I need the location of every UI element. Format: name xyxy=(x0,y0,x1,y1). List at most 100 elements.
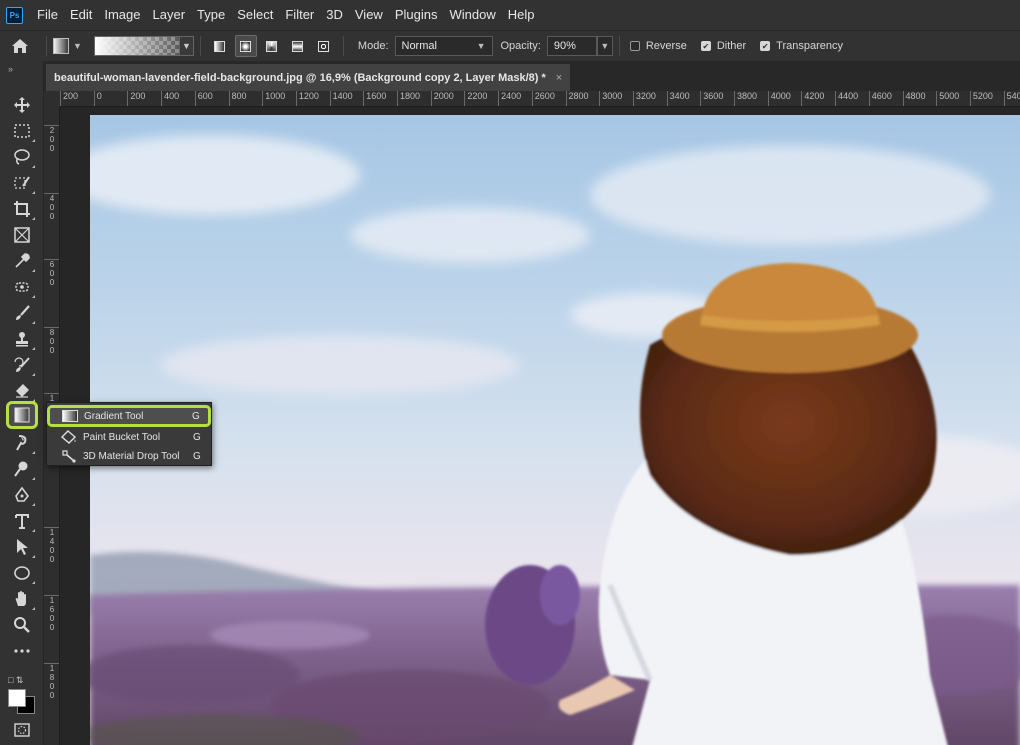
history-brush-tool[interactable] xyxy=(8,353,36,377)
tool-group-indicator xyxy=(32,503,35,506)
gradient-tool[interactable] xyxy=(6,401,38,429)
horizontal-ruler[interactable]: 200 0 200 400 600 800 1000 1200 1400 1600 1800 2000… xyxy=(60,91,1020,107)
transparency-option[interactable]: ✔ Transparency xyxy=(760,40,843,52)
tool-group-indicator xyxy=(32,451,35,454)
menu-layer[interactable]: Layer xyxy=(147,0,192,30)
dither-label: Dither xyxy=(716,40,747,52)
horizontal-ruler-tick: 4400 xyxy=(835,91,858,106)
marquee-tool[interactable] xyxy=(8,119,36,143)
collapse-panel-icon[interactable]: » xyxy=(8,64,43,76)
default-colors-icon[interactable]: □ ⇅ xyxy=(8,675,23,686)
frame-icon xyxy=(14,227,30,243)
document-tab[interactable]: beautiful-woman-lavender-field-backgroun… xyxy=(46,64,571,91)
horizontal-ruler-tick: 4000 xyxy=(767,91,791,106)
eraser-tool[interactable] xyxy=(8,379,36,403)
radial-gradient-button[interactable] xyxy=(234,35,257,57)
menu-edit[interactable]: Edit xyxy=(64,0,98,30)
dodge-tool[interactable] xyxy=(8,457,36,481)
vertical-ruler-tick: 200 xyxy=(44,125,59,153)
horizontal-ruler-tick: 3800 xyxy=(734,91,757,106)
gradient-preview-bar[interactable] xyxy=(93,36,180,56)
edit-toolbar-button[interactable] xyxy=(8,639,36,663)
chevron-down-icon: ▼ xyxy=(476,41,486,51)
menu-select[interactable]: Select xyxy=(231,0,279,30)
vertical-ruler-tick: 800 xyxy=(44,327,59,355)
flyout-item-label: Gradient Tool xyxy=(84,410,144,422)
tool-group-indicator xyxy=(32,477,35,480)
color-swatches: □ ⇅ xyxy=(8,675,38,714)
type-tool[interactable] xyxy=(8,509,36,533)
move-tool[interactable] xyxy=(8,93,36,117)
brush-tool[interactable] xyxy=(8,301,36,325)
tools-panel: » □ ⇅ xyxy=(0,61,44,745)
pen-tool[interactable] xyxy=(8,483,36,507)
transparency-checkbox[interactable]: ✔ xyxy=(760,41,771,51)
ruler-origin[interactable] xyxy=(44,91,60,107)
flyout-paint-bucket-tool[interactable]: Paint Bucket Tool G xyxy=(49,428,209,446)
tool-group-indicator xyxy=(32,217,35,220)
separator xyxy=(618,36,620,56)
lasso-tool[interactable] xyxy=(8,145,36,169)
diamond-gradient-button[interactable] xyxy=(313,35,335,57)
object-selection-tool[interactable] xyxy=(8,171,36,195)
path-selection-tool[interactable] xyxy=(8,535,36,559)
menu-filter[interactable]: Filter xyxy=(279,0,320,30)
3d-material-drop-icon xyxy=(59,449,79,463)
home-icon xyxy=(12,39,28,53)
menu-3d[interactable]: 3D xyxy=(320,0,349,30)
shape-tool[interactable] xyxy=(8,561,36,585)
flyout-3d-material-drop-tool[interactable]: 3D Material Drop Tool G xyxy=(49,447,209,465)
opacity-field[interactable]: 90% xyxy=(546,36,597,56)
vertical-ruler-tick: 600 xyxy=(44,259,59,287)
horizontal-ruler-tick: 4800 xyxy=(902,91,926,106)
menu-file[interactable]: File xyxy=(31,0,64,30)
blur-tool[interactable] xyxy=(8,431,36,455)
menu-image[interactable]: Image xyxy=(98,0,146,30)
tool-group-indicator xyxy=(32,529,35,532)
horizontal-ruler-tick: 1000 xyxy=(262,91,285,106)
hand-tool[interactable] xyxy=(8,587,36,611)
mode-select[interactable]: Normal ▼ xyxy=(394,36,493,56)
opacity-value: 90% xyxy=(553,40,576,52)
flyout-item-shortcut: G xyxy=(193,450,201,462)
horizontal-ruler-tick: 600 xyxy=(194,91,213,106)
frame-tool[interactable] xyxy=(8,223,36,247)
close-icon[interactable]: × xyxy=(556,72,562,84)
gradient-picker-dropdown[interactable]: ▼ xyxy=(179,36,194,56)
flyout-gradient-tool[interactable]: Gradient Tool G xyxy=(47,405,211,427)
tool-group-indicator xyxy=(32,607,35,610)
dither-checkbox[interactable]: ✔ xyxy=(700,41,711,51)
menu-window[interactable]: Window xyxy=(443,0,501,30)
spot-healing-tool[interactable] xyxy=(8,275,36,299)
chevron-down-icon: ▼ xyxy=(73,41,82,51)
reverse-label: Reverse xyxy=(645,40,687,52)
foreground-color-swatch[interactable] xyxy=(8,689,26,707)
menu-help[interactable]: Help xyxy=(502,0,541,30)
horizontal-ruler-tick: 1800 xyxy=(397,91,420,106)
home-button[interactable] xyxy=(0,31,40,61)
tool-preset-picker[interactable]: ▼ xyxy=(53,38,82,54)
flyout-item-label: 3D Material Drop Tool xyxy=(83,450,180,462)
crop-tool[interactable] xyxy=(8,197,36,221)
history-brush-icon xyxy=(14,357,30,372)
crop-icon xyxy=(14,201,30,217)
reverse-option[interactable]: Reverse xyxy=(629,40,687,52)
zoom-tool[interactable] xyxy=(8,613,36,637)
document-canvas-image[interactable] xyxy=(90,115,1020,745)
reflected-gradient-button[interactable] xyxy=(287,35,309,57)
quick-mask-button[interactable] xyxy=(8,721,36,739)
menu-type[interactable]: Type xyxy=(191,0,231,30)
clone-stamp-tool[interactable] xyxy=(8,327,36,351)
reverse-checkbox[interactable] xyxy=(629,41,640,51)
opacity-dropdown[interactable]: ▼ xyxy=(596,36,613,56)
vertical-ruler-tick: 1400 xyxy=(44,527,59,564)
stamp-icon xyxy=(16,332,28,347)
linear-gradient-button[interactable] xyxy=(209,35,231,57)
menu-view[interactable]: View xyxy=(349,0,389,30)
smudge-icon xyxy=(16,435,27,451)
eyedropper-tool[interactable] xyxy=(8,249,36,273)
dither-option[interactable]: ✔ Dither xyxy=(700,40,747,52)
angle-gradient-button[interactable] xyxy=(261,35,283,57)
menu-plugins[interactable]: Plugins xyxy=(389,0,444,30)
horizontal-ruler-tick: 2400 xyxy=(498,91,521,106)
